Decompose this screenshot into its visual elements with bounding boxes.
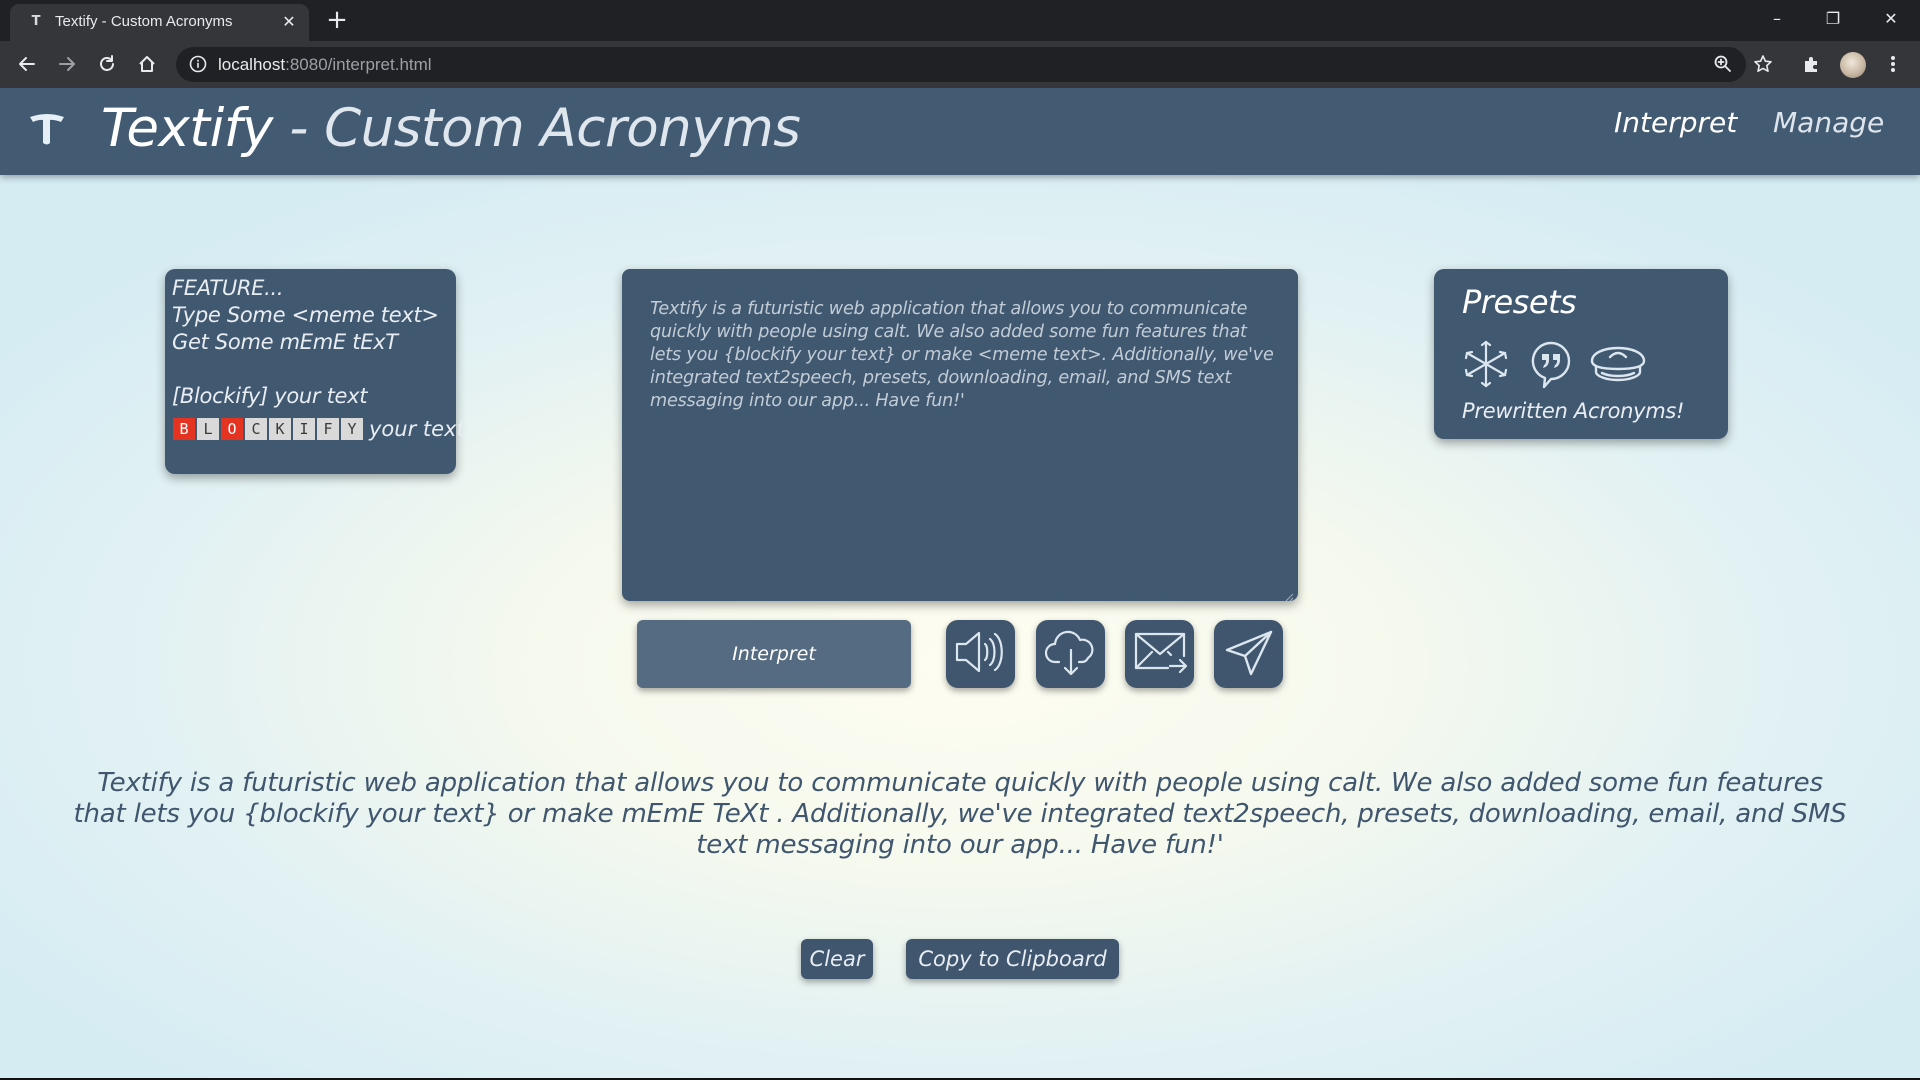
blocky-letter: C: [245, 418, 267, 440]
blocky-letter: K: [269, 418, 291, 440]
feature-line-meme-input: Type Some <meme text>: [172, 303, 439, 327]
textify-logo-icon[interactable]: [27, 108, 67, 150]
feature-card: FEATURE... Type Some <meme text> Get Som…: [165, 269, 465, 474]
nav-interpret-link[interactable]: Interpret: [1614, 106, 1737, 139]
new-tab-button[interactable]: +: [322, 7, 352, 34]
download-button[interactable]: [1036, 620, 1105, 688]
medical-asterisk-icon[interactable]: [1462, 339, 1510, 389]
captain-hat-icon[interactable]: [1588, 339, 1648, 389]
presets-caption: Prewritten Acronyms!: [1462, 399, 1685, 423]
page-content: Textify - Custom Acronyms Interpret Mana…: [0, 88, 1920, 1080]
tab-title: Textify - Custom Acronyms: [55, 13, 233, 30]
reload-icon[interactable]: [92, 49, 122, 79]
clear-button[interactable]: Clear: [801, 939, 873, 979]
home-icon[interactable]: [132, 49, 162, 79]
url-path: :8080/interpret.html: [285, 55, 432, 74]
tab-favicon: T: [31, 14, 41, 29]
speaker-icon: [951, 626, 1011, 682]
minimize-button[interactable]: –: [1754, 4, 1800, 34]
paper-plane-icon: [1219, 626, 1279, 682]
back-arrow-icon[interactable]: [12, 49, 42, 79]
blocky-letter: B: [173, 418, 195, 440]
send-sms-button[interactable]: [1214, 620, 1283, 688]
tab-close-icon[interactable]: ✕: [279, 12, 299, 32]
blocky-letter: O: [221, 418, 243, 440]
browser-toolbar: localhost:8080/interpret.html: [0, 41, 1920, 88]
url-host: localhost: [218, 55, 286, 74]
window-close-button[interactable]: ✕: [1868, 4, 1914, 34]
blockify-example: B L O C K I F Y your text: [173, 417, 465, 441]
interpreted-output: Textify is a futuristic web application …: [73, 768, 1847, 860]
browser-tab[interactable]: T Textify - Custom Acronyms ✕: [10, 4, 309, 41]
extensions-icon[interactable]: [1797, 49, 1827, 79]
kebab-menu-icon[interactable]: [1878, 49, 1908, 79]
brand-suffix: - Custom Acronyms: [272, 98, 801, 159]
cloud-download-icon: [1041, 626, 1101, 682]
profile-avatar[interactable]: [1840, 52, 1866, 78]
feature-line-blockify: [Blockify] your text: [172, 384, 368, 408]
text-to-speech-button[interactable]: [946, 620, 1015, 688]
address-bar[interactable]: localhost:8080/interpret.html: [176, 47, 1746, 82]
browser-tab-strip: T Textify - Custom Acronyms ✕ + – ❐ ✕: [0, 0, 1920, 41]
blocky-letter: F: [317, 418, 339, 440]
forward-arrow-icon[interactable]: [52, 49, 82, 79]
nav-manage-link[interactable]: Manage: [1773, 106, 1884, 139]
resize-grip-icon[interactable]: [1284, 587, 1294, 602]
copy-to-clipboard-button[interactable]: Copy to Clipboard: [906, 939, 1119, 979]
interpret-button[interactable]: Interpret: [637, 620, 911, 688]
site-navbar: Textify - Custom Acronyms Interpret Mana…: [0, 88, 1920, 175]
presets-card: Presets Prewritten Acronyms!: [1434, 269, 1728, 439]
acronym-input-textarea[interactable]: Textify is a futuristic web application …: [622, 269, 1298, 602]
blocky-letter: Y: [341, 418, 363, 440]
feature-line-meme-output: Get Some mEmE tExT: [172, 330, 398, 354]
feature-heading: FEATURE...: [172, 276, 284, 300]
info-icon[interactable]: [189, 55, 207, 73]
star-icon[interactable]: [1748, 49, 1778, 79]
url-text[interactable]: localhost:8080/interpret.html: [218, 55, 432, 75]
blocky-letter: L: [197, 418, 219, 440]
feature-spacer: [172, 356, 456, 383]
blocky-letter: I: [293, 418, 315, 440]
input-text[interactable]: Textify is a futuristic web application …: [650, 298, 1275, 413]
presets-title: Presets: [1462, 283, 1577, 321]
brand-name: Textify: [101, 98, 273, 159]
zoom-icon[interactable]: [1708, 49, 1738, 79]
blocky-suffix: your text: [369, 417, 465, 441]
restore-button[interactable]: ❐: [1810, 4, 1856, 34]
site-title: Textify - Custom Acronyms: [101, 98, 801, 159]
email-icon: [1130, 626, 1190, 682]
email-button[interactable]: [1125, 620, 1194, 688]
quote-bubble-icon[interactable]: [1530, 339, 1572, 389]
